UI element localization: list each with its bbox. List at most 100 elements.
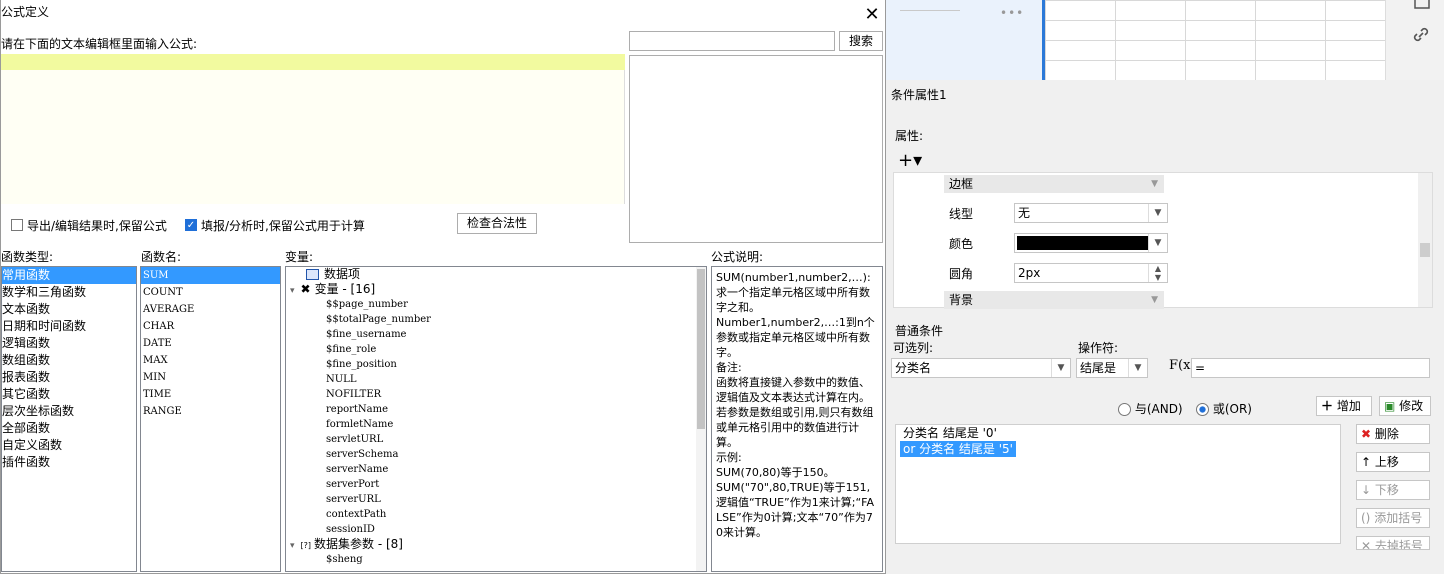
section-label: 边框 bbox=[949, 177, 974, 191]
function-names-list[interactable]: SUM COUNT AVERAGE CHAR DATE MAX MIN TIME… bbox=[140, 266, 281, 572]
radio-icon[interactable] bbox=[1196, 403, 1209, 416]
color-select[interactable]: ▼ bbox=[1014, 233, 1168, 253]
divider bbox=[900, 10, 960, 11]
chevron-down-icon[interactable]: ▼ bbox=[1148, 204, 1167, 222]
function-types-list[interactable]: 常用函数 数学和三角函数 文本函数 日期和时间函数 逻辑函数 数组函数 报表函数… bbox=[1, 266, 137, 572]
radius-spinner[interactable]: 2px ▲ ▼ bbox=[1014, 263, 1168, 283]
sheet-icon[interactable] bbox=[1413, 0, 1431, 10]
operator-select[interactable]: 结尾是 ▼ bbox=[1076, 358, 1148, 378]
collapse-icon[interactable]: ▼ bbox=[1151, 175, 1158, 193]
list-item[interactable]: 数学和三角函数 bbox=[2, 284, 136, 301]
list-item[interactable]: 全部函数 bbox=[2, 420, 136, 437]
variable-item[interactable]: servletURL bbox=[326, 432, 706, 447]
list-item[interactable]: SUM bbox=[141, 267, 280, 284]
list-item[interactable]: 文本函数 bbox=[2, 301, 136, 318]
close-icon[interactable]: ✕ bbox=[861, 4, 883, 26]
spreadsheet-grid[interactable] bbox=[1045, 0, 1385, 80]
add-condition-button[interactable]: ＋ 增加 bbox=[1316, 396, 1372, 416]
condition-list[interactable]: 分类名 结尾是 '0' or 分类名 结尾是 '5' bbox=[895, 424, 1341, 544]
variables-scrollbar[interactable] bbox=[696, 267, 706, 571]
link-icon[interactable] bbox=[1411, 25, 1431, 45]
expand-icon[interactable]: ▾ bbox=[290, 541, 295, 551]
variable-item[interactable]: serverSchema bbox=[326, 447, 706, 462]
list-item[interactable]: MAX bbox=[141, 352, 280, 369]
expand-icon[interactable]: ▾ bbox=[290, 286, 295, 296]
scrollbar-thumb[interactable] bbox=[1420, 243, 1430, 257]
scrollbar-thumb[interactable] bbox=[697, 269, 705, 429]
add-attribute-button[interactable]: +▾ bbox=[898, 150, 932, 172]
condition-item-selected[interactable]: or 分类名 结尾是 '5' bbox=[900, 441, 1016, 457]
check-validity-button[interactable]: 检查合法性 bbox=[457, 213, 537, 234]
panel-title: 条件属性1 bbox=[891, 88, 947, 102]
list-item[interactable]: MIN bbox=[141, 369, 280, 386]
edit-icon: ▣ bbox=[1384, 399, 1396, 413]
tree-node-dataset-params[interactable]: ▾ [?] 数据集参数 - [8] bbox=[286, 537, 706, 552]
keep-formula-calc-label: 填报/分析时,保留公式用于计算 bbox=[201, 219, 365, 233]
variable-item[interactable]: serverName bbox=[326, 462, 706, 477]
list-item[interactable]: 其它函数 bbox=[2, 386, 136, 403]
tree-node-data-items[interactable]: 数据项 bbox=[286, 267, 706, 282]
keep-formula-export-checkbox[interactable] bbox=[11, 219, 23, 231]
background-section-header[interactable]: 背景 ▼ bbox=[944, 291, 1164, 309]
chevron-down-icon[interactable]: ▼ bbox=[1051, 359, 1070, 377]
variable-item[interactable]: $fine_username bbox=[326, 327, 706, 342]
collapse-icon[interactable]: ▼ bbox=[1151, 291, 1158, 309]
spinner-arrows-icon[interactable]: ▲ ▼ bbox=[1148, 264, 1167, 282]
variable-item[interactable]: NULL bbox=[326, 372, 706, 387]
search-button[interactable]: 搜索 bbox=[839, 31, 883, 51]
move-down-button[interactable]: ↓ 下移 bbox=[1356, 480, 1430, 500]
attributes-panel: 边框 ▼ 线型 无 ▼ 颜色 ▼ 圆角 2px ▲ ▼ 背景 ▼ bbox=[893, 172, 1433, 309]
variable-item[interactable]: serverURL bbox=[326, 492, 706, 507]
variables-tree[interactable]: 数据项 ▾ ✖ 变量 - [16] $$page_number $$totalPag… bbox=[285, 266, 707, 572]
column-select[interactable]: 分类名 ▼ bbox=[891, 358, 1071, 378]
variable-item[interactable]: $$page_number bbox=[326, 297, 706, 312]
add-bracket-button[interactable]: () 添加括号 bbox=[1356, 508, 1430, 528]
list-item[interactable]: 常用函数 bbox=[2, 267, 136, 284]
chevron-down-icon[interactable]: ▼ bbox=[1128, 359, 1147, 377]
bracket-icon: () bbox=[1361, 511, 1371, 525]
list-item[interactable]: 日期和时间函数 bbox=[2, 318, 136, 335]
tree-node-variables[interactable]: ▾ ✖ 变量 - [16] bbox=[286, 282, 706, 297]
formula-editor[interactable] bbox=[1, 54, 625, 204]
list-item[interactable]: DATE bbox=[141, 335, 280, 352]
variable-item[interactable]: $$totalPage_number bbox=[326, 312, 706, 327]
variable-item[interactable]: formletName bbox=[326, 417, 706, 432]
search-input[interactable] bbox=[629, 31, 835, 51]
section-label: 背景 bbox=[949, 293, 974, 307]
border-section-header[interactable]: 边框 ▼ bbox=[944, 175, 1164, 193]
list-item[interactable]: TIME bbox=[141, 386, 280, 403]
attributes-scrollbar[interactable] bbox=[1418, 173, 1432, 307]
remove-bracket-button[interactable]: ✕ 去掉括号 bbox=[1356, 536, 1430, 550]
list-item[interactable]: AVERAGE bbox=[141, 301, 280, 318]
list-item[interactable]: 自定义函数 bbox=[2, 437, 136, 454]
list-item[interactable]: 层次坐标函数 bbox=[2, 403, 136, 420]
more-dots[interactable]: ••• bbox=[1000, 6, 1024, 20]
keep-formula-calc-checkbox[interactable]: ✓ bbox=[185, 219, 197, 231]
delete-button[interactable]: ✖ 删除 bbox=[1356, 424, 1430, 444]
list-item[interactable]: 数组函数 bbox=[2, 352, 136, 369]
move-up-button[interactable]: ↑ 上移 bbox=[1356, 452, 1430, 472]
list-item[interactable]: 逻辑函数 bbox=[2, 335, 136, 352]
condition-item[interactable]: 分类名 结尾是 '0' bbox=[900, 425, 1000, 441]
list-item[interactable]: CHAR bbox=[141, 318, 280, 335]
condition-value-input[interactable]: = bbox=[1191, 358, 1430, 378]
variable-item[interactable]: sessionID bbox=[326, 522, 706, 537]
edit-condition-button[interactable]: ▣ 修改 bbox=[1379, 396, 1431, 416]
chevron-down-icon[interactable]: ▼ bbox=[1148, 234, 1167, 252]
list-item[interactable]: COUNT bbox=[141, 284, 280, 301]
variable-item[interactable]: reportName bbox=[326, 402, 706, 417]
variable-item[interactable]: $sheng bbox=[326, 552, 706, 567]
and-radio[interactable]: 与(AND) bbox=[1118, 400, 1183, 417]
variable-item[interactable]: NOFILTER bbox=[326, 387, 706, 402]
radio-icon[interactable] bbox=[1118, 403, 1131, 416]
variable-item[interactable]: $fine_position bbox=[326, 357, 706, 372]
list-item[interactable]: 插件函数 bbox=[2, 454, 136, 471]
line-type-select[interactable]: 无 ▼ bbox=[1014, 203, 1168, 223]
or-radio[interactable]: 或(OR) bbox=[1196, 400, 1252, 417]
list-item[interactable]: RANGE bbox=[141, 403, 280, 420]
list-item[interactable]: 报表函数 bbox=[2, 369, 136, 386]
variable-item[interactable]: serverPort bbox=[326, 477, 706, 492]
variable-item[interactable]: contextPath bbox=[326, 507, 706, 522]
attributes-label: 属性: bbox=[895, 129, 924, 143]
variable-item[interactable]: $fine_role bbox=[326, 342, 706, 357]
